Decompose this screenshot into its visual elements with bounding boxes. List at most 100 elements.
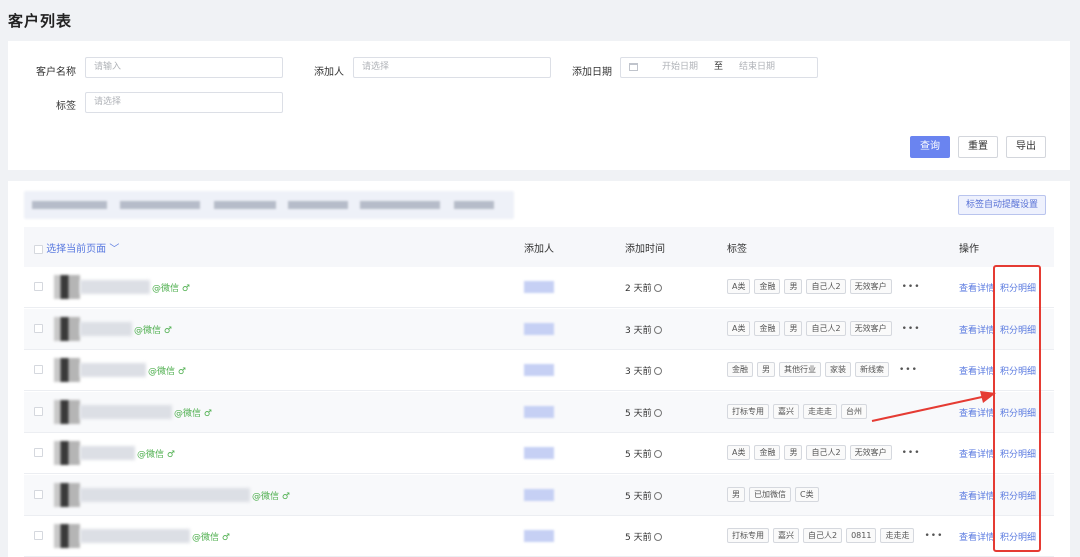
export-button[interactable]: 导出 <box>1006 136 1046 158</box>
wechat-gender-label[interactable]: @微信 ♂ <box>134 323 172 336</box>
tag-badge: 自己人2 <box>806 320 846 336</box>
points-detail-link[interactable]: 积分明细 <box>1000 323 1036 336</box>
points-detail-link[interactable]: 积分明细 <box>1000 364 1036 377</box>
table-row: @微信 ♂ 3 天前 金融男其他行业 家装 新线索 ••• 查看详情 积分明细 <box>24 350 1054 391</box>
reset-button[interactable]: 重置 <box>958 136 998 158</box>
tag-list: 金融男其他行业 家装 新线索 ••• <box>727 362 918 377</box>
clock-icon <box>653 533 662 541</box>
added-time: 2 天前 <box>625 281 662 294</box>
redacted-adder <box>524 322 554 335</box>
avatar <box>54 482 80 507</box>
select-all-checkbox[interactable] <box>34 244 43 254</box>
table-row: @微信 ♂ 2 天前 A类 金融男自己人2 无效客户 ••• 查看详情 积分明细 <box>24 267 1054 308</box>
row-checkbox[interactable] <box>34 323 43 333</box>
date-start[interactable]: 开始日期 <box>662 62 698 72</box>
time-text: 5 天前 <box>625 491 652 502</box>
tag-badge: A类 <box>727 445 751 460</box>
points-detail-link[interactable]: 积分明细 <box>1000 281 1036 294</box>
customer-name-label: 客户名称 <box>36 67 76 78</box>
tag-badge: 自己人2 <box>806 279 846 294</box>
points-detail-link[interactable]: 积分明细 <box>1000 530 1036 543</box>
tag-badge: A类 <box>727 320 751 336</box>
wechat-gender-label[interactable]: @微信 ♂ <box>252 489 290 502</box>
more-tags-icon[interactable]: ••• <box>902 448 921 458</box>
select-all-cell[interactable]: 选择当前页面 ﹀ <box>34 240 119 255</box>
filter-panel: 客户名称 请输入 添加人 请选择 添加日期 开始日期 至 结束日期 标签 请选择 查… <box>8 41 1070 170</box>
redacted-customer-name <box>80 529 190 543</box>
tag-list: 打标专用 嘉兴 自己人2 0811 走走走 ••• <box>727 528 943 543</box>
tag-badge: 金融 <box>727 362 753 377</box>
view-detail-link[interactable]: 查看详情 <box>959 489 995 502</box>
date-range-picker[interactable]: 开始日期 至 结束日期 <box>620 57 818 78</box>
points-detail-link[interactable]: 积分明细 <box>1000 406 1036 419</box>
row-checkbox[interactable] <box>34 448 43 457</box>
more-tags-icon[interactable]: ••• <box>899 365 918 375</box>
tag-badge: A类 <box>727 279 751 294</box>
table-row: @微信 ♂ 5 天前 男已加微信 C类 查看详情 积分明细 <box>24 474 1054 516</box>
wechat-gender-label[interactable]: @微信 ♂ <box>148 364 186 377</box>
row-checkbox[interactable] <box>34 406 43 416</box>
chevron-down-icon[interactable]: ﹀ <box>106 244 119 255</box>
tag-badge: 无效客户 <box>849 445 892 460</box>
added-time: 5 天前 <box>625 530 662 543</box>
time-text: 5 天前 <box>625 533 652 543</box>
more-tags-icon[interactable]: ••• <box>902 282 921 292</box>
wechat-gender-label[interactable]: @微信 ♂ <box>152 281 190 294</box>
tag-badge: 金融 <box>754 320 781 336</box>
view-detail-link[interactable]: 查看详情 <box>959 281 995 294</box>
tag-badge: 金融 <box>754 445 781 460</box>
tag-badge: 打标专用 <box>727 528 769 543</box>
added-time: 3 天前 <box>625 323 662 336</box>
row-checkbox[interactable] <box>34 365 43 374</box>
tag-badge: 嘉兴 <box>773 528 799 543</box>
wechat-gender-label[interactable]: @微信 ♂ <box>192 530 230 543</box>
view-detail-link[interactable]: 查看详情 <box>959 406 995 419</box>
redacted-customer-name <box>80 321 132 336</box>
tag-remind-settings-button[interactable]: 标签自动提醒设置 <box>958 195 1046 215</box>
adder-select[interactable]: 请选择 <box>353 57 551 78</box>
time-text: 5 天前 <box>625 450 652 460</box>
time-text: 5 天前 <box>625 408 652 419</box>
tag-list: A类 金融男自己人2 无效客户 ••• <box>727 279 921 294</box>
row-checkbox[interactable] <box>34 489 43 499</box>
more-tags-icon[interactable]: ••• <box>924 531 943 541</box>
col-ops: 操作 <box>959 244 979 255</box>
redacted-customer-name <box>80 487 250 502</box>
redacted-customer-name <box>80 363 146 377</box>
view-detail-link[interactable]: 查看详情 <box>959 530 995 543</box>
tag-badge: 自己人2 <box>803 528 843 543</box>
view-detail-link[interactable]: 查看详情 <box>959 364 995 377</box>
customer-table-card: 标签自动提醒设置 选择当前页面 ﹀ 添加人 添加时间 标签 操作 @微信 ♂ 2 … <box>8 181 1070 557</box>
tag-badge: 已加微信 <box>749 486 791 502</box>
tag-select[interactable]: 请选择 <box>85 92 283 113</box>
view-detail-link[interactable]: 查看详情 <box>959 447 995 460</box>
tag-badge: C类 <box>795 486 819 502</box>
clock-icon <box>653 408 662 417</box>
tag-badge: 男 <box>757 362 775 377</box>
query-button[interactable]: 查询 <box>910 136 950 158</box>
avatar <box>54 358 80 382</box>
wechat-gender-label[interactable]: @微信 ♂ <box>137 447 175 460</box>
customer-name-input[interactable]: 请输入 <box>85 57 283 78</box>
view-detail-link[interactable]: 查看详情 <box>959 323 995 336</box>
tag-list: 男已加微信 C类 <box>727 486 823 502</box>
points-detail-link[interactable]: 积分明细 <box>1000 447 1036 460</box>
row-checkbox[interactable] <box>34 282 43 291</box>
added-time: 5 天前 <box>625 489 662 502</box>
select-all-label[interactable]: 选择当前页面 <box>46 244 106 255</box>
added-time: 3 天前 <box>625 364 662 377</box>
tag-badge: 台州 <box>841 403 867 419</box>
points-detail-link[interactable]: 积分明细 <box>1000 489 1036 502</box>
avatar <box>54 316 80 341</box>
tag-badge: 无效客户 <box>849 279 892 294</box>
wechat-gender-label[interactable]: @微信 ♂ <box>174 406 212 419</box>
tag-badge: 男 <box>784 445 803 460</box>
tag-badge: 男 <box>727 486 745 502</box>
date-end[interactable]: 结束日期 <box>739 62 775 72</box>
tag-badge: 走走走 <box>803 403 837 419</box>
tag-list: A类 金融男自己人2 无效客户 ••• <box>727 320 921 336</box>
tag-badge: 金融 <box>754 279 781 294</box>
row-checkbox[interactable] <box>34 531 43 540</box>
added-time: 5 天前 <box>625 406 662 419</box>
more-tags-icon[interactable]: ••• <box>902 324 921 334</box>
